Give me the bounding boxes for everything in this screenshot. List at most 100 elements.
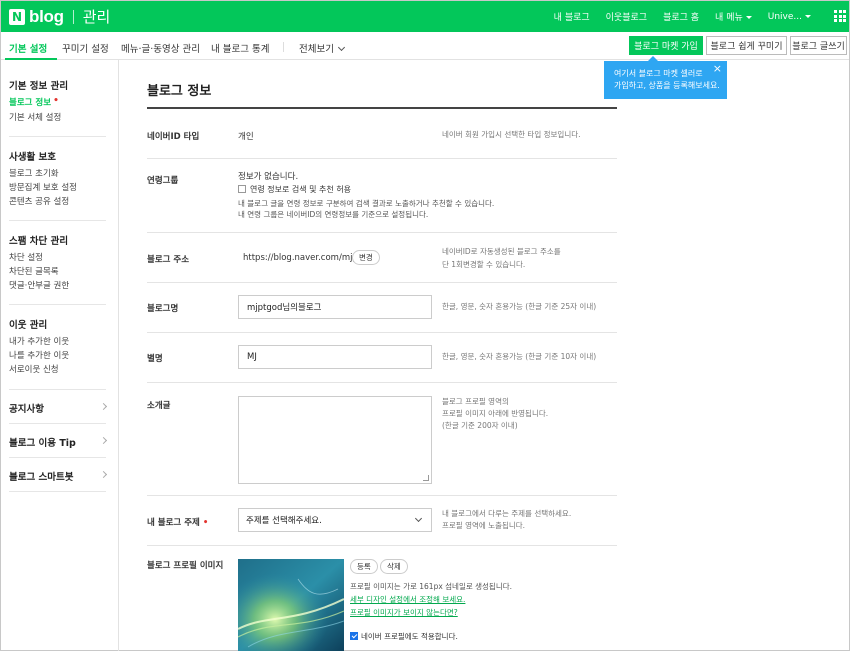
- sidebar-item-followers[interactable]: 나를 추가한 이웃: [9, 349, 69, 361]
- profile-image: [238, 559, 344, 651]
- chevron-down-icon: [414, 514, 423, 523]
- design-settings-link[interactable]: 세부 디자인 설정에서 조정해 보세요.: [350, 594, 465, 605]
- blog-address-label: 블로그 주소: [147, 255, 190, 265]
- sidebar-link-notice[interactable]: 공지사항: [9, 401, 44, 415]
- sidebar-divider: [9, 220, 106, 221]
- nickname-input[interactable]: MJ: [238, 345, 432, 369]
- tab-decorate-settings[interactable]: 꾸미기 설정: [62, 41, 109, 55]
- write-post-button[interactable]: 블로그 글쓰기: [790, 36, 847, 55]
- easy-decorate-button[interactable]: 블로그 쉽게 꾸미기: [706, 36, 787, 55]
- apply-naver-profile-checkbox[interactable]: [350, 632, 358, 640]
- top-nav: 내 블로그 이웃블로그 블로그 홈 내 메뉴 Unive...: [554, 1, 811, 32]
- top-link-my-menu[interactable]: 내 메뉴: [715, 10, 752, 23]
- row-divider: [147, 545, 617, 546]
- chevron-right-icon: [99, 402, 108, 411]
- intro-hint-1: 블로그 프로필 영역의: [442, 397, 509, 406]
- blog-name-hint: 한글, 영문, 숫자 혼용가능 (한글 기준 25자 이내): [442, 302, 597, 311]
- sidebar-item-my-neighbors[interactable]: 내가 추가한 이웃: [9, 335, 69, 347]
- blog-name-input[interactable]: mjptgod님의블로그: [238, 295, 432, 319]
- sidebar-section-spam: 스팸 차단 관리: [9, 236, 69, 247]
- top-link-my-blog[interactable]: 내 블로그: [554, 10, 590, 23]
- nickname-label: 별명: [147, 354, 163, 364]
- sidebar-item-block-settings[interactable]: 차단 설정: [9, 251, 43, 263]
- row-divider: [147, 332, 617, 333]
- sidebar-section-basic-info: 기본 정보 관리: [9, 81, 69, 92]
- id-type-value: 개인: [238, 132, 254, 142]
- sidebar-divider: [9, 457, 106, 458]
- sidebar-section-neighbors: 이웃 관리: [9, 320, 48, 331]
- top-link-neighbor-blog[interactable]: 이웃블로그: [606, 10, 647, 23]
- sidebar-section-privacy: 사생활 보호: [9, 152, 57, 163]
- profile-image-label: 블로그 프로필 이미지: [147, 561, 224, 571]
- blog-market-join-button[interactable]: 블로그 마켓 가입: [629, 36, 703, 55]
- nickname-hint: 한글, 영문, 숫자 혼용가능 (한글 기준 10자 이내): [442, 352, 597, 361]
- id-type-label: 네이버ID 타입: [147, 132, 200, 142]
- tab-divider: [283, 42, 284, 52]
- age-group-desc-2: 내 연령 그룹은 네이버ID의 연령정보를 기준으로 설정됩니다.: [238, 210, 429, 219]
- sidebar: 기본 정보 관리 블로그 정보 • 기본 서체 설정 사생활 보호 블로그 초기화…: [1, 60, 119, 651]
- tab-blog-stats[interactable]: 내 블로그 통계: [211, 41, 269, 55]
- user-label: Unive...: [767, 11, 802, 22]
- new-badge-dot: •: [53, 96, 59, 106]
- age-group-desc-1: 내 블로그 글을 연령 정보로 구분하여 검색 결과로 노출하거나 추천할 수 …: [238, 199, 495, 208]
- blog-address-hint-1: 네이버ID로 자동생성된 블로그 주소를: [442, 247, 561, 256]
- top-link-user[interactable]: Unive...: [768, 12, 811, 22]
- caret-down-icon: [745, 16, 752, 19]
- age-group-label: 연령그룹: [147, 176, 179, 186]
- tab-view-all[interactable]: 전체보기: [299, 41, 346, 55]
- blog-address-hint-2: 단 1회변경할 수 있습니다.: [442, 260, 526, 269]
- sidebar-item-blocked-posts[interactable]: 차단된 글목록: [9, 265, 59, 277]
- sidebar-item-blog-reset[interactable]: 블로그 초기화: [9, 167, 59, 179]
- apply-naver-profile-label: 네이버 프로필에도 적용합니다.: [361, 632, 458, 641]
- topic-selected-value: 주제를 선택해주세요.: [246, 516, 322, 526]
- sidebar-item-mutual-request[interactable]: 서로이웃 신청: [9, 363, 59, 375]
- top-bar: N blog 관리 내 블로그 이웃블로그 블로그 홈 내 메뉴 Unive..…: [1, 1, 849, 32]
- tab-basic-settings[interactable]: 기본 설정: [9, 41, 47, 55]
- intro-label: 소개글: [147, 401, 171, 411]
- topic-label-text: 내 블로그 주제: [147, 518, 200, 528]
- row-divider: [147, 382, 617, 383]
- app-grid-icon[interactable]: [834, 10, 846, 22]
- tab-content-management[interactable]: 메뉴·글·동영상 관리: [121, 41, 200, 55]
- register-image-button[interactable]: 등록: [350, 559, 378, 574]
- sidebar-item-blog-info[interactable]: 블로그 정보 •: [9, 96, 59, 108]
- view-all-label: 전체보기: [299, 44, 334, 55]
- intro-textarea[interactable]: [238, 396, 432, 484]
- title-divider: [147, 107, 617, 109]
- sidebar-link-tips[interactable]: 블로그 이용 Tip: [9, 435, 76, 449]
- naver-blog-logo[interactable]: N blog: [9, 7, 64, 27]
- intro-hint-3: (한글 기준 200자 이내): [442, 421, 518, 430]
- change-address-button[interactable]: 변경: [352, 250, 380, 265]
- sidebar-item-font-settings[interactable]: 기본 서체 설정: [9, 111, 61, 123]
- age-search-checkbox[interactable]: [238, 185, 246, 193]
- topic-hint-2: 프로필 영역에 노출됩니다.: [442, 521, 526, 530]
- intro-hint-2: 프로필 이미지 아래에 반영됩니다.: [442, 409, 549, 418]
- id-type-hint: 네이버 회원 가입시 선택한 타입 정보입니다.: [442, 130, 581, 139]
- chevron-right-icon: [99, 470, 108, 479]
- row-divider: [147, 158, 617, 159]
- image-not-visible-link[interactable]: 프로필 이미지가 보이지 않는다면?: [350, 607, 458, 618]
- sidebar-link-smartbot[interactable]: 블로그 스마트봇: [9, 469, 74, 483]
- page-title: 블로그 정보: [147, 84, 212, 99]
- sidebar-item-content-share[interactable]: 콘텐츠 공유 설정: [9, 195, 69, 207]
- sidebar-item-visit-protect[interactable]: 방문집계 보호 설정: [9, 181, 77, 193]
- naver-n-icon: N: [9, 8, 25, 25]
- sidebar-item-comment-permission[interactable]: 댓글·안부글 권한: [9, 279, 69, 291]
- topic-select[interactable]: 주제를 선택해주세요.: [238, 508, 432, 532]
- admin-title: 관리: [82, 8, 111, 26]
- settings-tab-bar: 기본 설정 꾸미기 설정 메뉴·글·동영상 관리 내 블로그 통계 전체보기 블…: [1, 32, 849, 60]
- sidebar-divider: [9, 304, 106, 305]
- resize-handle-icon[interactable]: [423, 475, 429, 481]
- logo-divider: [72, 9, 74, 24]
- sidebar-divider: [9, 389, 106, 390]
- top-link-blog-home[interactable]: 블로그 홈: [663, 10, 699, 23]
- delete-image-button[interactable]: 삭제: [380, 559, 408, 574]
- logo-blog-text: blog: [29, 6, 64, 26]
- row-divider: [147, 232, 617, 233]
- sidebar-divider: [9, 136, 106, 137]
- sidebar-divider: [9, 423, 106, 424]
- age-search-checkbox-label: 연령 정보로 검색 및 추천 허용: [250, 185, 352, 194]
- topic-label: 내 블로그 주제 •: [147, 516, 208, 528]
- required-mark: •: [202, 518, 209, 528]
- sidebar-divider: [9, 491, 106, 492]
